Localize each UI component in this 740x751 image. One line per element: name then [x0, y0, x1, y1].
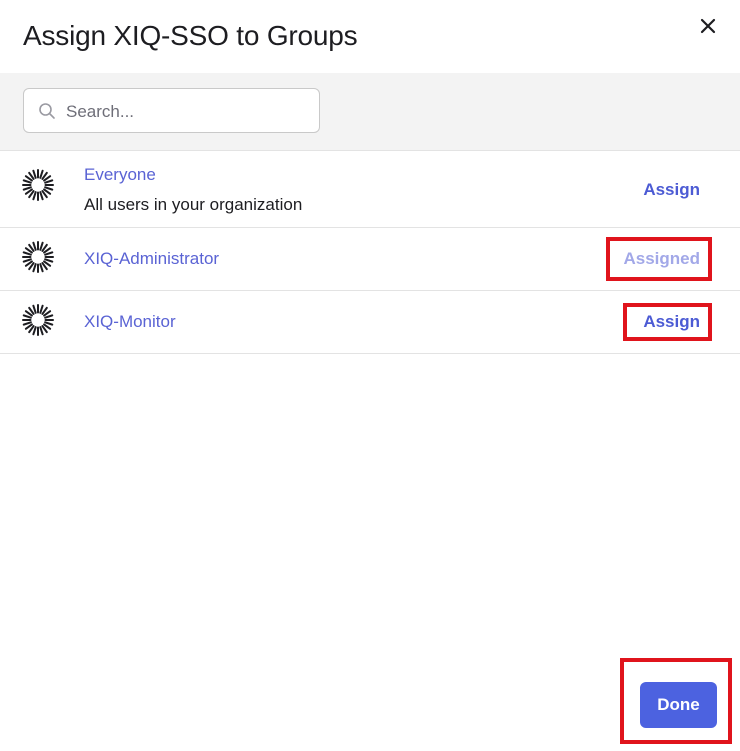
group-row-xiq-monitor: XIQ-Monitor Assign: [0, 291, 740, 354]
group-name[interactable]: XIQ-Administrator: [84, 249, 219, 269]
group-row-everyone: Everyone All users in your organization …: [0, 151, 740, 228]
dialog-header: Assign XIQ-SSO to Groups: [0, 0, 740, 73]
group-name[interactable]: Everyone: [84, 165, 156, 185]
close-button[interactable]: [697, 15, 719, 37]
group-icon: [22, 169, 54, 201]
assigned-button[interactable]: Assigned: [623, 249, 700, 269]
group-name[interactable]: XIQ-Monitor: [84, 312, 176, 332]
search-bar: [0, 73, 740, 150]
group-icon: [22, 304, 54, 336]
dialog-title: Assign XIQ-SSO to Groups: [23, 20, 358, 51]
close-icon[interactable]: [697, 15, 719, 37]
assign-button[interactable]: Assign: [643, 312, 700, 332]
assign-button[interactable]: Assign: [643, 180, 700, 200]
search-input[interactable]: [64, 89, 318, 134]
search-icon: [39, 103, 55, 119]
search-field[interactable]: [23, 88, 320, 134]
group-row-xiq-administrator: XIQ-Administrator Assigned: [0, 228, 740, 291]
group-description: All users in your organization: [84, 195, 303, 214]
group-icon: [22, 241, 54, 273]
group-list: Everyone All users in your organization …: [0, 150, 740, 354]
done-button[interactable]: Done: [640, 682, 717, 728]
